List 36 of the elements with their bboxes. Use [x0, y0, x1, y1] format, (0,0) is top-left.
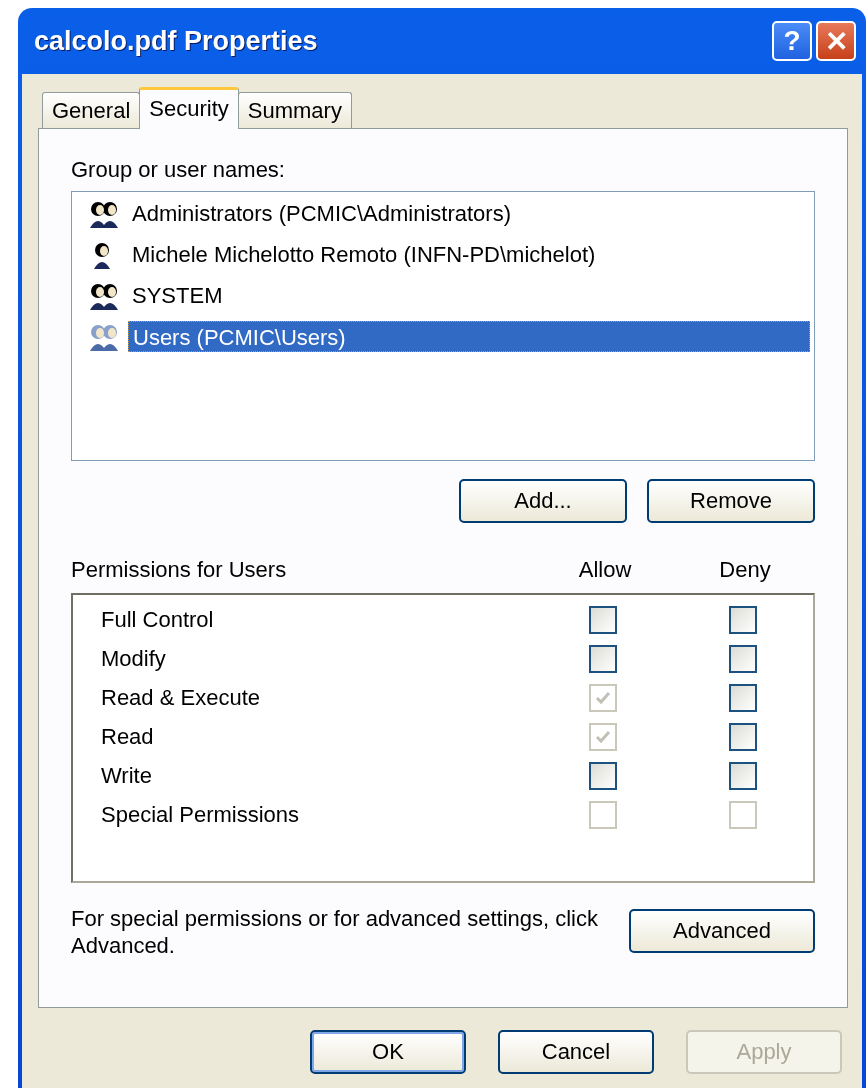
checkbox[interactable]	[589, 645, 617, 673]
permission-name: Modify	[101, 646, 167, 672]
tab[interactable]: Summary	[237, 92, 352, 128]
checkbox[interactable]	[729, 684, 757, 712]
permission-name: Read	[101, 724, 155, 750]
permission-name: Full Control	[101, 607, 215, 633]
checkbox[interactable]	[729, 762, 757, 790]
list-item[interactable]: Michele Michelotto Remoto (INFN-PD\michelot)	[128, 239, 600, 270]
list-label: Group or user names:	[71, 157, 286, 184]
help-button[interactable]: ?	[772, 21, 812, 61]
list-item[interactable]: Users (PCMIC\Users)	[128, 321, 810, 352]
column-header: Allow	[577, 557, 633, 584]
permission-name: Read & Execute	[101, 685, 261, 711]
permissions-label: Permissions for Users	[71, 557, 288, 584]
check-icon	[594, 728, 612, 746]
button[interactable]: OK	[310, 1030, 466, 1074]
checkbox[interactable]	[729, 606, 757, 634]
checkbox[interactable]	[589, 762, 617, 790]
check-icon	[594, 689, 612, 707]
advanced-button[interactable]: Advanced	[629, 909, 815, 953]
list-item[interactable]: SYSTEM	[128, 280, 227, 311]
close-button[interactable]: ✕	[816, 21, 856, 61]
window-title: calcolo.pdf Properties	[34, 25, 319, 57]
checkbox[interactable]	[589, 606, 617, 634]
button[interactable]: Cancel	[498, 1030, 654, 1074]
permission-name: Special Permissions	[101, 802, 301, 828]
tab[interactable]: Security	[139, 87, 239, 129]
permission-name: Write	[101, 763, 153, 789]
tab[interactable]: General	[42, 92, 141, 128]
button[interactable]: Add...	[459, 479, 627, 523]
checkbox[interactable]	[729, 723, 757, 751]
advanced-note: For special permissions or for advanced settings, click Advanced.	[71, 905, 599, 959]
checkbox[interactable]	[729, 645, 757, 673]
column-header: Deny	[718, 557, 772, 584]
button[interactable]: Remove	[647, 479, 815, 523]
list-item[interactable]: Administrators (PCMIC\Administrators)	[128, 198, 515, 229]
